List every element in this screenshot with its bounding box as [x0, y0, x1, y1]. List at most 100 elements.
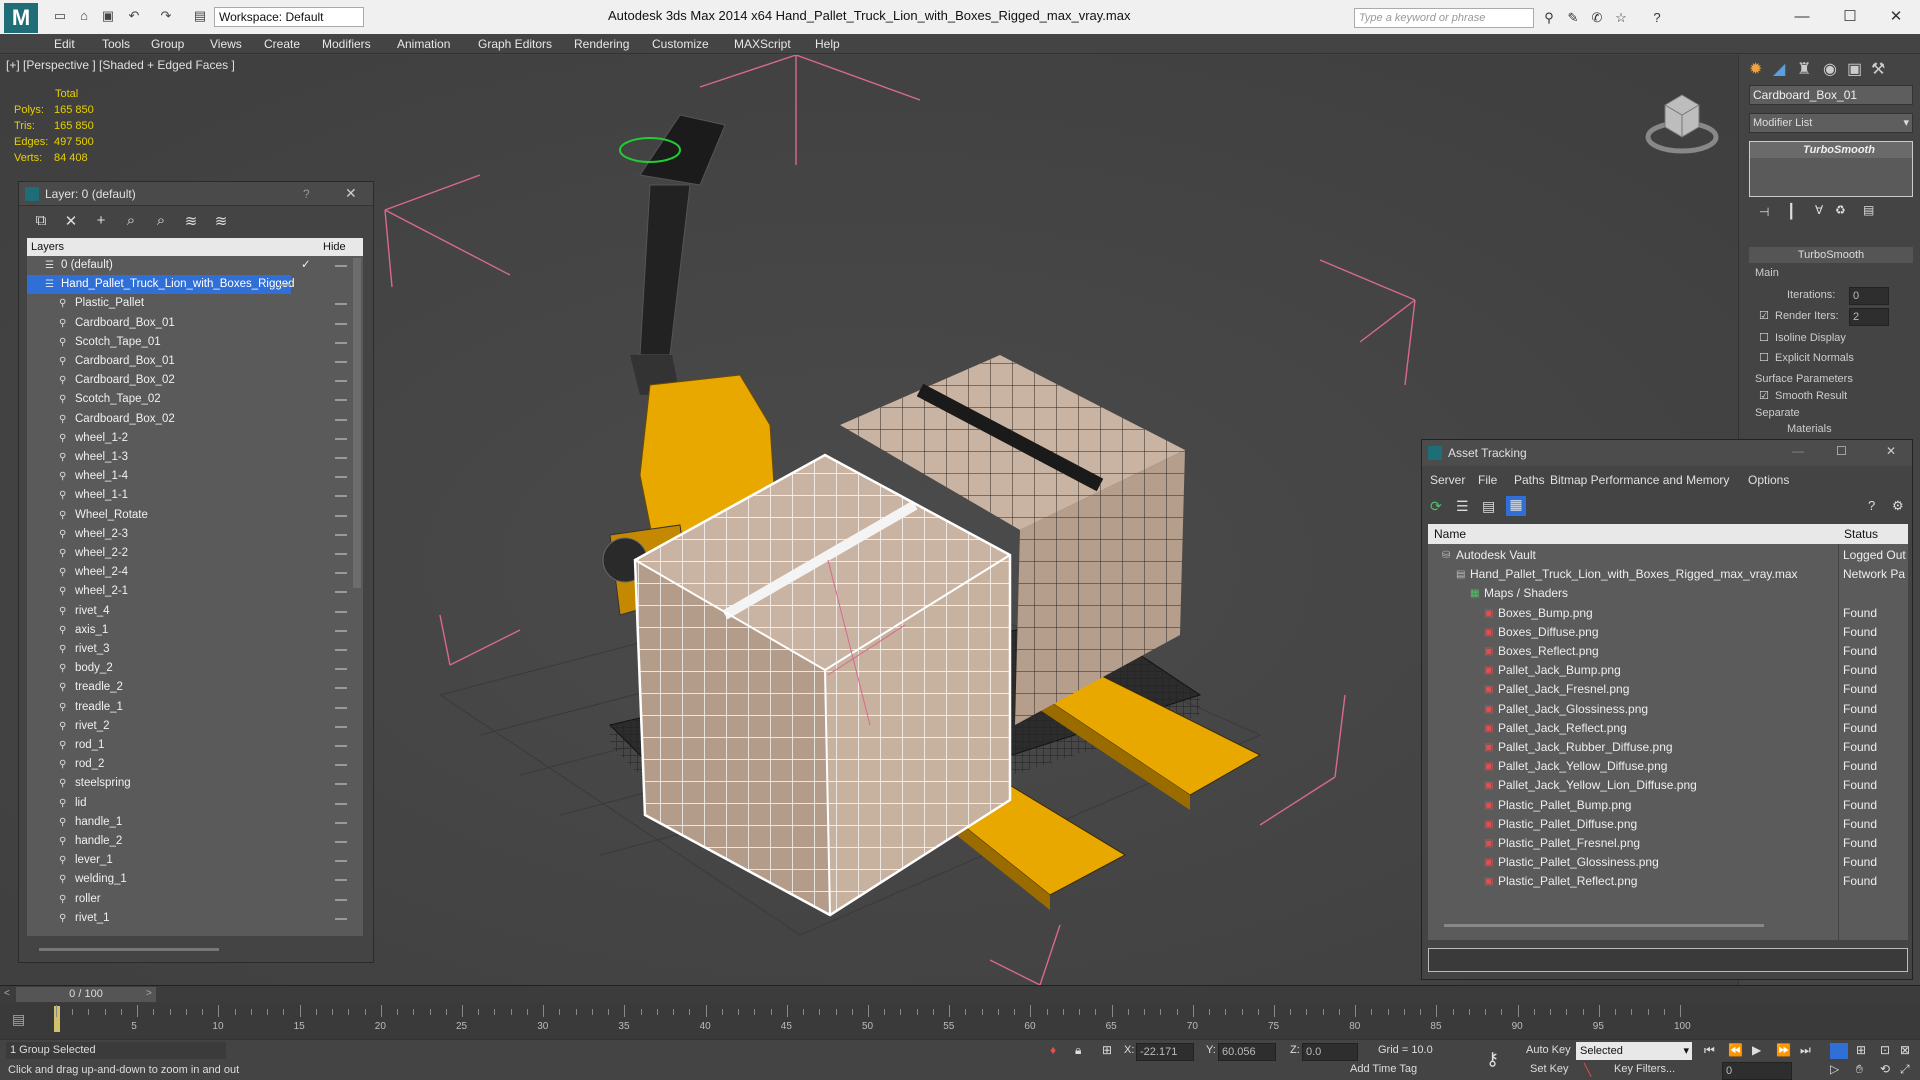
- redo-icon[interactable]: ↷: [156, 7, 176, 25]
- layer-row[interactable]: ⚲ body_2: [27, 659, 347, 678]
- layer-row[interactable]: ⚲ rod_2: [27, 755, 347, 774]
- layer-row[interactable]: ⚲ rivet_1: [27, 909, 347, 928]
- search-input[interactable]: Type a keyword or phrase: [1354, 8, 1534, 28]
- viewport-label[interactable]: [+] [Perspective ] [Shaded + Edged Faces…: [6, 58, 235, 72]
- layer-panel-titlebar[interactable]: Layer: 0 (default) ? ✕: [19, 182, 373, 206]
- render-iters-checkbox[interactable]: ☑: [1759, 309, 1769, 322]
- layer-row[interactable]: ⚲ Scotch_Tape_02: [27, 390, 347, 409]
- key-set-dropdown[interactable]: Selected ▾: [1576, 1042, 1692, 1060]
- hide-toggle[interactable]: [335, 265, 347, 267]
- col-hide[interactable]: Hide: [323, 238, 346, 256]
- zoom-icon[interactable]: [1830, 1043, 1848, 1059]
- layer-row[interactable]: ⚲ rod_1: [27, 736, 347, 755]
- asset-menu-file[interactable]: File: [1478, 473, 1497, 487]
- menu-views[interactable]: Views: [210, 37, 242, 51]
- layer-row[interactable]: ⚲ wheel_2-1: [27, 582, 347, 601]
- hide-toggle[interactable]: [335, 572, 347, 575]
- add-time-tag[interactable]: Add Time Tag: [1350, 1063, 1417, 1075]
- prev-key-icon[interactable]: ⏪: [1728, 1043, 1743, 1057]
- menu-edit[interactable]: Edit: [54, 37, 75, 51]
- motion-tab-icon[interactable]: ◉: [1823, 59, 1837, 79]
- highlight-layer-icon[interactable]: ⌕: [151, 212, 171, 232]
- y-coordinate-field[interactable]: 60.056: [1218, 1043, 1276, 1061]
- asset-row[interactable]: ⛁ Autodesk Vault Logged Out: [1428, 546, 1908, 565]
- add-to-layer-icon[interactable]: +: [91, 212, 111, 232]
- workspace-dropdown[interactable]: Workspace: Default: [214, 7, 364, 27]
- layer-row[interactable]: ⚲ rivet_3: [27, 640, 347, 659]
- layer-row[interactable]: ⚲ treadle_2: [27, 678, 347, 697]
- hide-toggle[interactable]: [335, 418, 347, 421]
- minimize-icon[interactable]: —: [1780, 4, 1824, 30]
- layer-row[interactable]: ⚲ Wheel_Rotate: [27, 506, 347, 525]
- orbit-icon[interactable]: ⟲: [1880, 1062, 1890, 1076]
- current-layer-check-icon[interactable]: ✓: [301, 256, 311, 275]
- layer-row[interactable]: ⚲ roller: [27, 890, 347, 909]
- hide-toggle[interactable]: [335, 457, 347, 459]
- menu-tools[interactable]: Tools: [102, 37, 130, 51]
- asset-path-field[interactable]: [1428, 948, 1908, 972]
- key-filters-button[interactable]: Key Filters...: [1614, 1063, 1675, 1075]
- hide-toggle[interactable]: [335, 725, 347, 728]
- layer-row[interactable]: ⚲ Cardboard_Box_02: [27, 371, 347, 390]
- layer-row[interactable]: ⚲ rivet_2: [27, 717, 347, 736]
- help-icon[interactable]: ?: [1648, 9, 1666, 27]
- tree-view-icon[interactable]: ▤: [1482, 498, 1495, 515]
- hide-toggle[interactable]: [335, 764, 347, 767]
- asset-h-scrollbar[interactable]: [1444, 924, 1764, 927]
- refresh-icon[interactable]: ⟳: [1430, 498, 1442, 515]
- asset-table[interactable]: Name Status ⛁ Autodesk Vault Logged Out ▤ Ha…: [1428, 524, 1908, 940]
- layer-row[interactable]: ⚲ treadle_1: [27, 698, 347, 717]
- pin-stack-icon[interactable]: ⊣: [1759, 205, 1769, 219]
- layer-row[interactable]: ⚲ lid: [27, 794, 347, 813]
- set-key-button[interactable]: Set Key: [1530, 1063, 1569, 1075]
- col-name[interactable]: Name: [1434, 524, 1466, 544]
- modify-tab-icon[interactable]: ◢: [1773, 59, 1785, 79]
- new-file-icon[interactable]: ▭: [50, 7, 70, 25]
- make-unique-icon[interactable]: ∀: [1815, 203, 1823, 217]
- asset-row[interactable]: ▣ Boxes_Diffuse.png Found: [1428, 623, 1908, 642]
- maximize-viewport-icon[interactable]: ⤢: [1900, 1062, 1910, 1077]
- layer-row[interactable]: ⚲ wheel_2-4: [27, 563, 347, 582]
- layer-row[interactable]: ⚲ wheel_1-1: [27, 486, 347, 505]
- hide-toggle[interactable]: [335, 380, 347, 383]
- layer-row[interactable]: ⚲ Cardboard_Box_01: [27, 314, 347, 333]
- asset-menu-paths[interactable]: Paths: [1514, 473, 1545, 487]
- favorites-star-icon[interactable]: ☆: [1612, 9, 1630, 27]
- asset-row[interactable]: ▤ Hand_Pallet_Truck_Lion_with_Boxes_Rigge…: [1428, 565, 1908, 584]
- hide-toggle[interactable]: [335, 668, 347, 671]
- hide-toggle[interactable]: [335, 649, 347, 651]
- select-objects-icon[interactable]: ⌕: [121, 212, 141, 232]
- next-frame-icon[interactable]: >: [146, 988, 152, 999]
- prev-frame-icon[interactable]: <: [4, 988, 10, 999]
- asset-row[interactable]: ▣ Plastic_Pallet_Diffuse.png Found: [1428, 815, 1908, 834]
- menu-customize[interactable]: Customize: [652, 37, 709, 51]
- menu-modifiers[interactable]: Modifiers: [322, 37, 371, 51]
- layer-row[interactable]: ⚲ wheel_1-2: [27, 429, 347, 448]
- asset-menu-bitmap[interactable]: Bitmap Performance and Memory: [1550, 473, 1729, 487]
- hide-toggle[interactable]: [335, 802, 347, 805]
- layer-row[interactable]: ⚲ wheel_1-3: [27, 448, 347, 467]
- undo-icon[interactable]: ↶: [124, 7, 144, 25]
- col-status[interactable]: Status: [1844, 524, 1878, 544]
- track-bar[interactable]: ▤ 5 10 15 20 25 30 35 40 45 50 55 60 65 70 75 80 85 90 95 1…: [0, 1003, 1920, 1039]
- hide-toggle[interactable]: [335, 322, 347, 325]
- asset-tracking-titlebar[interactable]: Asset Tracking — ☐ ✕: [1422, 440, 1912, 466]
- menu-graph-editors[interactable]: Graph Editors: [478, 37, 552, 51]
- layer-row[interactable]: ☰ Hand_Pallet_Truck_Lion_with_Boxes_Rigge…: [27, 275, 295, 295]
- table-view-icon[interactable]: ▦: [1506, 496, 1526, 516]
- render-iters-spinner[interactable]: 2: [1849, 308, 1889, 326]
- explicit-normals-checkbox[interactable]: ☐: [1759, 351, 1769, 364]
- hide-toggle[interactable]: [335, 399, 347, 402]
- hide-toggle[interactable]: [335, 629, 347, 632]
- asset-row[interactable]: ▣ Plastic_Pallet_Glossiness.png Found: [1428, 853, 1908, 872]
- asset-row[interactable]: ▣ Pallet_Jack_Reflect.png Found: [1428, 719, 1908, 738]
- asset-row[interactable]: ▣ Pallet_Jack_Fresnel.png Found: [1428, 680, 1908, 699]
- set-key-icon[interactable]: ╲: [1584, 1063, 1591, 1077]
- hide-toggle[interactable]: [335, 591, 347, 594]
- layer-row[interactable]: ⚲ wheel_1-4: [27, 467, 347, 486]
- play-icon[interactable]: ▶: [1752, 1043, 1761, 1057]
- zoom-extents-icon[interactable]: ⊡: [1880, 1043, 1890, 1057]
- layer-row[interactable]: ⚲ steelspring: [27, 774, 347, 793]
- asset-row[interactable]: ▣ Pallet_Jack_Rubber_Diffuse.png Found: [1428, 738, 1908, 757]
- project-folder-icon[interactable]: ▤: [190, 7, 210, 25]
